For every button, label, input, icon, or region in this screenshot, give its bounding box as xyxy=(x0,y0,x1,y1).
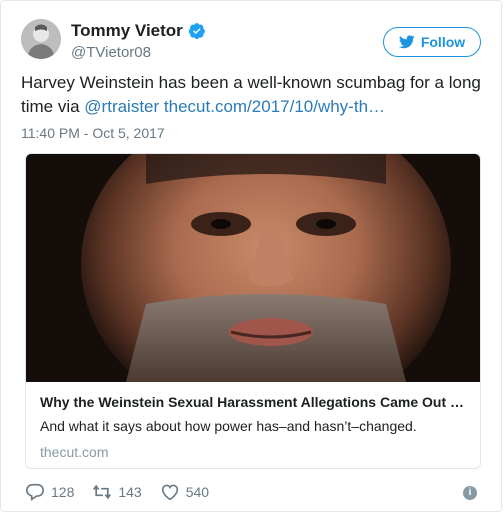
avatar[interactable] xyxy=(21,19,61,59)
tweet-actions: 128 143 540 xyxy=(25,483,227,501)
link-card[interactable]: Why the Weinstein Sexual Harassment Alle… xyxy=(25,153,481,469)
card-image[interactable] xyxy=(26,154,480,382)
twitter-bird-icon xyxy=(398,35,415,49)
author-handle[interactable]: @TVietor08 xyxy=(71,44,206,61)
follow-button[interactable]: Follow xyxy=(383,27,481,57)
retweet-button[interactable]: 143 xyxy=(92,483,142,501)
card-title[interactable]: Why the Weinstein Sexual Harassment Alle… xyxy=(40,394,468,410)
like-button[interactable]: 540 xyxy=(160,483,209,501)
author-name[interactable]: Tommy Vietor xyxy=(71,21,183,41)
heart-icon xyxy=(161,484,178,501)
verified-badge-icon xyxy=(188,23,205,40)
retweet-icon xyxy=(93,484,112,500)
info-icon[interactable]: i xyxy=(463,486,477,500)
tweet-header: Tommy Vietor @TVietor08 Follow xyxy=(21,19,481,65)
card-domain: thecut.com xyxy=(40,444,109,460)
tweet-card: Tommy Vietor @TVietor08 Follow Harvey We… xyxy=(0,0,502,512)
reply-count: 128 xyxy=(51,484,75,500)
author-block: Tommy Vietor @TVietor08 xyxy=(71,21,206,61)
mention-link[interactable]: @rtraister xyxy=(84,97,159,116)
card-description: And what it says about how power has–and… xyxy=(40,418,417,434)
tweet-text: Harvey Weinstein has been a well-known s… xyxy=(21,71,483,119)
follow-label: Follow xyxy=(420,34,466,50)
tweet-timestamp[interactable]: 11:40 PM - Oct 5, 2017 xyxy=(21,125,165,141)
reply-button[interactable]: 128 xyxy=(25,483,74,501)
reply-icon xyxy=(25,483,45,501)
article-link[interactable]: thecut.com/2017/10/why-th… xyxy=(164,97,385,116)
retweet-count: 143 xyxy=(118,484,142,500)
like-count: 540 xyxy=(185,484,210,500)
